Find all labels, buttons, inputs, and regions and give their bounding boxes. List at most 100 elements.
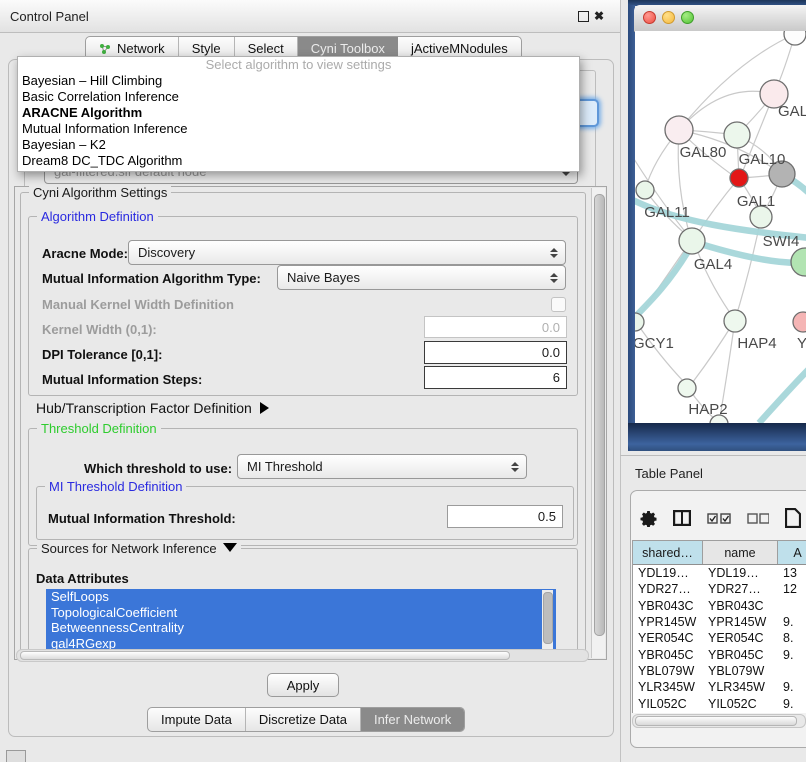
table-cell: YER054C	[703, 631, 778, 645]
manual-kernel-width-checkbox[interactable]	[551, 297, 566, 312]
table-row[interactable]: YBR045CYBR045C9.	[633, 646, 806, 662]
scrollbar-thumb[interactable]	[543, 592, 553, 644]
settings-vertical-scrollbar[interactable]	[591, 188, 605, 658]
network-node[interactable]	[784, 31, 806, 45]
table-cell: YBR045C	[703, 648, 778, 662]
sources-toggle[interactable]: Sources for Network Inference	[37, 541, 241, 556]
manual-kernel-width-label: Manual Kernel Width Definition	[42, 297, 234, 312]
zoom-traffic-light[interactable]	[681, 11, 694, 24]
table-cell: YIL052C	[633, 697, 703, 711]
unchecked-pair-icon[interactable]	[747, 513, 769, 524]
algorithm-dropdown-popup: Select algorithm to view settings Bayesi…	[17, 56, 580, 172]
which-threshold-label: Which threshold to use:	[84, 461, 232, 476]
algorithm-option[interactable]: Dream8 DC_TDC Algorithm	[18, 153, 579, 169]
tab-label: Impute Data	[161, 712, 232, 727]
attributes-scrollbar[interactable]	[542, 590, 553, 650]
table-cell: YLR345W	[633, 680, 703, 694]
expanded-arrow-icon	[223, 543, 237, 552]
algorithm-option[interactable]: ARACNE Algorithm	[18, 105, 579, 121]
attribute-item-selected[interactable]: SelfLoops	[46, 589, 556, 605]
close-traffic-light[interactable]	[643, 11, 656, 24]
which-threshold-combo[interactable]: MI Threshold	[237, 454, 527, 479]
tab-infer-network[interactable]: Infer Network	[361, 708, 464, 731]
tab-label: Network	[117, 41, 165, 56]
node-label: GAL	[778, 103, 806, 120]
mi-steps-field[interactable]: 6	[424, 366, 567, 389]
table-horizontal-scrollbar[interactable]	[632, 714, 806, 728]
table-row[interactable]: YDR27…YDR27…12	[633, 581, 806, 597]
algorithm-option[interactable]: Bayesian – K2	[18, 137, 579, 153]
close-icon[interactable]: ✖	[594, 11, 605, 22]
network-window-titlebar[interactable]	[634, 5, 806, 32]
table-cell: YDL19…	[703, 566, 778, 580]
cyni-bottom-tabs: Impute Data Discretize DataInfer Network	[147, 707, 465, 732]
table-row[interactable]: YDL19…YDL19…13	[633, 565, 806, 581]
hub-definition-toggle[interactable]: Hub/Transcription Factor Definition	[36, 400, 269, 416]
gear-icon[interactable]	[640, 510, 657, 527]
attribute-item-selected[interactable]: BetweennessCentrality	[46, 620, 556, 636]
network-node-gal10[interactable]	[724, 122, 750, 148]
algorithm-option[interactable]: Bayesian – Hill Climbing	[18, 73, 579, 89]
table-row[interactable]: YIL052CYIL052C9.	[633, 695, 806, 711]
network-node-gal80[interactable]	[665, 116, 693, 144]
table-cell: 12	[778, 582, 806, 596]
node-label: Y	[797, 335, 806, 352]
minimize-traffic-light[interactable]	[662, 11, 675, 24]
node-table[interactable]: shared…nameAYDL19…YDL19…13YDR27…YDR27…12…	[632, 540, 806, 713]
table-cell: YBR043C	[703, 599, 778, 613]
table-row[interactable]: YPR145WYPR145W9.	[633, 614, 806, 630]
data-attributes-label: Data Attributes	[36, 571, 129, 586]
network-node-hap4[interactable]	[724, 310, 746, 332]
mi-threshold-field[interactable]: 0.5	[447, 505, 563, 528]
mi-algorithm-type-value: Naive Bayes	[287, 270, 360, 285]
tab-impute-data[interactable]: Impute Data	[148, 708, 246, 731]
network-node-gal1[interactable]	[730, 169, 748, 187]
column-header-name[interactable]: name	[703, 541, 778, 564]
attribute-item-selected[interactable]: TopologicalCoefficient	[46, 605, 556, 621]
table-row[interactable]: YBL079WYBL079W	[633, 663, 806, 679]
table-cell: YIL052C	[703, 697, 778, 711]
checked-pair-icon[interactable]	[707, 513, 731, 524]
table-cell: YPR145W	[633, 615, 703, 629]
scrollbar-thumb[interactable]	[20, 651, 510, 660]
collapsed-panel-chip[interactable]	[6, 750, 26, 762]
tab-label: jActiveMNodules	[411, 41, 508, 56]
algorithm-popup-placeholder: Select algorithm to view settings	[18, 57, 579, 73]
scrollbar-thumb[interactable]	[635, 716, 797, 726]
aracne-mode-combo[interactable]: Discovery	[128, 240, 566, 265]
table-row[interactable]: YER054CYER054C8.	[633, 630, 806, 646]
column-header-a[interactable]: A	[778, 541, 806, 564]
column-header-shared[interactable]: shared…	[633, 541, 703, 564]
tab-discretize-data[interactable]: Discretize Data	[246, 708, 361, 731]
float-window-icon[interactable]	[578, 11, 589, 22]
network-view-canvas[interactable]: GALGAL80GAL10GAL1GAL11SWI4GAL4GCY1HAP4YH…	[635, 31, 806, 423]
mi-algorithm-type-combo[interactable]: Naive Bayes	[277, 265, 566, 290]
algorithm-option[interactable]: Mutual Information Inference	[18, 121, 579, 137]
horizontal-scrollbar[interactable]	[16, 649, 589, 662]
data-attributes-list[interactable]: SelfLoopsTopologicalCoefficientBetweenne…	[46, 589, 556, 651]
table-row[interactable]: YBR043CYBR043C	[633, 598, 806, 614]
network-edge	[636, 322, 689, 387]
split-columns-icon[interactable]	[673, 510, 691, 526]
network-node-gal11[interactable]	[636, 181, 654, 199]
network-node-y[interactable]	[793, 312, 806, 332]
table-cell: YPR145W	[703, 615, 778, 629]
mi-threshold-value: 0.5	[538, 509, 556, 524]
table-cell: 9.	[778, 680, 806, 694]
algorithm-popup-items: Bayesian – Hill ClimbingBasic Correlatio…	[18, 73, 579, 169]
network-node-gal4[interactable]	[679, 228, 705, 254]
dpi-tolerance-field[interactable]: 0.0	[424, 341, 567, 364]
table-cell: 8.	[778, 631, 806, 645]
document-icon[interactable]	[785, 508, 801, 528]
network-node-gcy1[interactable]	[635, 313, 644, 331]
apply-button[interactable]: Apply	[267, 673, 339, 697]
table-row[interactable]: YLR345WYLR345W9.	[633, 679, 806, 695]
kernel-width-label: Kernel Width (0,1):	[42, 322, 157, 337]
mi-algorithm-type-label: Mutual Information Algorithm Type:	[42, 271, 261, 286]
network-node-hap2[interactable]	[678, 379, 696, 397]
table-cell: YDL19…	[633, 566, 703, 580]
network-node[interactable]	[791, 248, 806, 276]
scrollbar-thumb[interactable]	[594, 194, 605, 636]
algorithm-option[interactable]: Basic Correlation Inference	[18, 89, 579, 105]
kernel-width-field[interactable]: 0.0	[424, 316, 567, 338]
